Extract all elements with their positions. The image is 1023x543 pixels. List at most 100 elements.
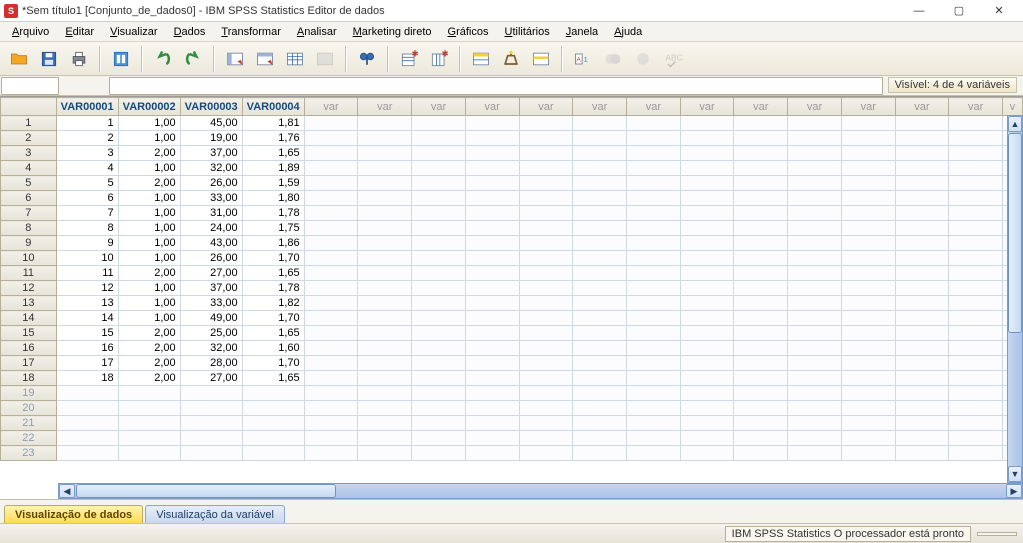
data-cell[interactable]: 12 [56, 281, 118, 296]
empty-cell[interactable] [412, 281, 466, 296]
maximize-button[interactable]: ▢ [939, 0, 979, 22]
empty-cell[interactable] [573, 446, 627, 461]
empty-cell[interactable] [304, 416, 358, 431]
data-cell[interactable]: 1,00 [118, 131, 180, 146]
data-cell[interactable]: 2,00 [118, 176, 180, 191]
empty-cell[interactable] [626, 131, 680, 146]
empty-cell[interactable] [788, 326, 842, 341]
table-row[interactable]: 20 [1, 401, 1023, 416]
empty-cell[interactable] [841, 176, 895, 191]
data-cell[interactable]: 4 [56, 161, 118, 176]
data-cell[interactable]: 1,00 [118, 281, 180, 296]
data-cell[interactable]: 28,00 [180, 356, 242, 371]
empty-cell[interactable] [519, 386, 573, 401]
table-row[interactable]: 10101,0026,001,70 [1, 251, 1023, 266]
empty-cell[interactable] [895, 371, 949, 386]
empty-cell[interactable] [412, 176, 466, 191]
empty-cell[interactable] [895, 431, 949, 446]
empty-cell[interactable] [949, 146, 1003, 161]
table-row[interactable]: 13131,0033,001,82 [1, 296, 1023, 311]
col-empty[interactable]: var [680, 98, 734, 116]
data-cell[interactable]: 43,00 [180, 236, 242, 251]
empty-cell[interactable] [734, 266, 788, 281]
empty-cell[interactable] [626, 341, 680, 356]
data-cell[interactable]: 6 [56, 191, 118, 206]
empty-cell[interactable] [626, 116, 680, 131]
open-button[interactable] [6, 46, 32, 72]
data-cell[interactable]: 31,00 [180, 206, 242, 221]
row-header[interactable]: 14 [1, 311, 57, 326]
empty-cell[interactable] [573, 176, 627, 191]
empty-cell[interactable] [841, 296, 895, 311]
empty-cell[interactable] [895, 401, 949, 416]
empty-cell[interactable] [788, 296, 842, 311]
goto-case-button[interactable] [252, 46, 278, 72]
empty-cell[interactable] [358, 401, 412, 416]
data-cell[interactable]: 1,80 [242, 191, 304, 206]
empty-cell[interactable] [949, 401, 1003, 416]
empty-cell[interactable] [465, 116, 519, 131]
data-cell[interactable]: 1,82 [242, 296, 304, 311]
empty-cell[interactable] [949, 296, 1003, 311]
empty-cell[interactable] [734, 236, 788, 251]
empty-cell[interactable] [895, 416, 949, 431]
menu-analisar[interactable]: Analisar [289, 24, 345, 40]
data-cell[interactable]: 18 [56, 371, 118, 386]
empty-cell[interactable] [304, 431, 358, 446]
menu-dados[interactable]: Dados [166, 24, 214, 40]
empty-cell[interactable] [304, 116, 358, 131]
empty-cell[interactable] [788, 206, 842, 221]
empty-cell[interactable] [519, 281, 573, 296]
data-cell[interactable]: 15 [56, 326, 118, 341]
col-empty[interactable]: var [304, 98, 358, 116]
empty-cell[interactable] [465, 266, 519, 281]
empty-cell[interactable] [680, 341, 734, 356]
col-empty[interactable]: var [412, 98, 466, 116]
menu-graficos[interactable]: Gráficos [440, 24, 497, 40]
data-cell[interactable]: 1,00 [118, 191, 180, 206]
table-row[interactable]: 991,0043,001,86 [1, 236, 1023, 251]
empty-cell[interactable] [358, 131, 412, 146]
empty-cell[interactable] [573, 296, 627, 311]
empty-cell[interactable] [465, 296, 519, 311]
data-cell[interactable]: 26,00 [180, 251, 242, 266]
empty-cell[interactable] [895, 251, 949, 266]
empty-cell[interactable] [680, 221, 734, 236]
empty-cell[interactable] [519, 431, 573, 446]
col-var00004[interactable]: VAR00004 [242, 98, 304, 116]
table-row[interactable]: 15152,0025,001,65 [1, 326, 1023, 341]
empty-cell[interactable] [734, 431, 788, 446]
menu-editar[interactable]: Editar [57, 24, 102, 40]
empty-cell[interactable] [680, 176, 734, 191]
col-empty[interactable]: var [734, 98, 788, 116]
empty-cell[interactable] [626, 266, 680, 281]
empty-cell[interactable] [358, 116, 412, 131]
empty-cell[interactable] [680, 371, 734, 386]
data-cell[interactable]: 1,78 [242, 206, 304, 221]
empty-cell[interactable] [242, 431, 304, 446]
data-cell[interactable]: 1,70 [242, 311, 304, 326]
empty-cell[interactable] [895, 161, 949, 176]
empty-cell[interactable] [519, 206, 573, 221]
empty-cell[interactable] [573, 131, 627, 146]
empty-cell[interactable] [734, 146, 788, 161]
data-cell[interactable]: 37,00 [180, 281, 242, 296]
empty-cell[interactable] [895, 191, 949, 206]
empty-cell[interactable] [734, 326, 788, 341]
data-cell[interactable]: 1,70 [242, 356, 304, 371]
empty-cell[interactable] [304, 326, 358, 341]
empty-cell[interactable] [680, 356, 734, 371]
empty-cell[interactable] [412, 161, 466, 176]
empty-cell[interactable] [412, 146, 466, 161]
empty-cell[interactable] [841, 116, 895, 131]
data-cell[interactable]: 1,60 [242, 341, 304, 356]
empty-cell[interactable] [949, 446, 1003, 461]
empty-cell[interactable] [734, 401, 788, 416]
data-cell[interactable]: 5 [56, 176, 118, 191]
empty-cell[interactable] [519, 191, 573, 206]
empty-cell[interactable] [358, 431, 412, 446]
empty-cell[interactable] [465, 416, 519, 431]
empty-cell[interactable] [465, 311, 519, 326]
empty-cell[interactable] [841, 341, 895, 356]
row-header[interactable]: 11 [1, 266, 57, 281]
